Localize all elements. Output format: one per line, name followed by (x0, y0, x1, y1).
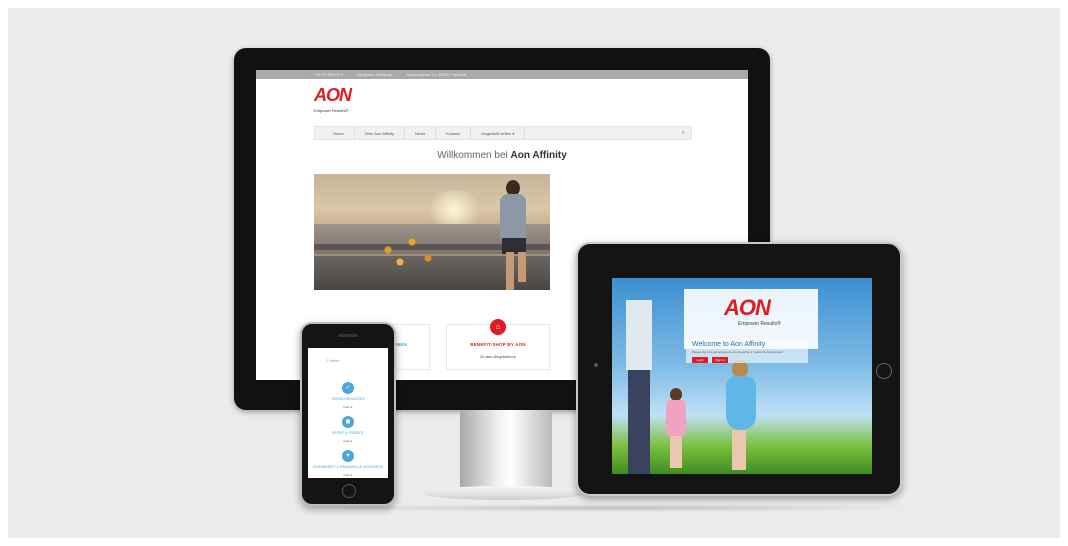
nav-about[interactable]: Über Aon Affinity (355, 127, 406, 139)
nav-pages-dropdown[interactable]: Vorgestellt seiten ▾ (471, 127, 526, 139)
contact-topbar: +49 40 605 03 0 info@aon-affinity.de Kai… (256, 70, 748, 79)
smartphone-device: ≡ Menu ✓ VERSICHERUNGEN mehr ▸ ◼ SPORT &… (300, 322, 396, 506)
runner-figure (492, 180, 538, 290)
phone-item-health[interactable]: ♥ GESUNDHEIT & FINANZIELLE VORSORGE mehr… (308, 450, 388, 477)
menu-toggle[interactable]: ≡ Menu (308, 358, 388, 363)
home-button-icon (342, 484, 356, 498)
hero-image (314, 174, 550, 290)
heart-icon: ♥ (342, 450, 354, 462)
address: Kaiserstrasse 14, 60311 Frankfurt (406, 72, 467, 77)
child-figure (664, 388, 688, 468)
mother-figure (722, 360, 758, 470)
mockup-background: +49 40 605 03 0 info@aon-affinity.de Kai… (8, 8, 1060, 538)
home-button-icon (876, 363, 892, 379)
phone-item-insurance[interactable]: ✓ VERSICHERUNGEN mehr ▸ (308, 382, 388, 409)
item-more-link[interactable]: mehr ▸ (308, 473, 388, 477)
card-title: BENEFIT-SHOP BY AON (470, 342, 526, 347)
father-figure (620, 278, 654, 474)
welcome-brand: Aon Affinity (510, 150, 567, 161)
nav-home[interactable]: Home (323, 127, 355, 139)
gift-icon: ⌂ (490, 319, 506, 335)
device-shadow (308, 504, 928, 512)
runner-leg (506, 252, 514, 290)
signin-button[interactable]: Sign In (712, 357, 728, 363)
bag-icon: ◼ (342, 416, 354, 428)
item-label: VERSICHERUNGEN (331, 397, 365, 401)
runner-torso (500, 194, 526, 240)
phone-speaker (338, 334, 358, 337)
phone-screen: ≡ Menu ✓ VERSICHERUNGEN mehr ▸ ◼ SPORT &… (308, 348, 388, 478)
feature-card-benefit-shop[interactable]: ⌂ BENEFIT-SHOP BY AON Zu den Angeboten ▸ (446, 319, 550, 370)
monitor-base (422, 486, 588, 500)
tablet-screen: AON Empower Results® Welcome to Aon Affi… (612, 278, 872, 474)
email-link[interactable]: info@aon-affinity.de (357, 72, 392, 77)
logo-tagline: Empower Results® (314, 108, 349, 113)
item-more-link[interactable]: mehr ▸ (308, 439, 388, 443)
login-button[interactable]: Login (692, 357, 708, 363)
main-navigation: Home Über Aon Affinity News Kontakt Vorg… (314, 126, 692, 140)
welcome-heading: Willkommen bei Aon Affinity (256, 150, 748, 161)
card-link[interactable]: Zu den Angeboten ▸ (447, 354, 549, 359)
item-label: GESUNDHEIT & FINANZIELLE VORSORGE (312, 465, 384, 469)
autumn-leaves (372, 230, 452, 270)
welcome-heading: Welcome to Aon Affinity (692, 341, 766, 348)
runner-leg (518, 252, 526, 282)
tablet-device: AON Empower Results® Welcome to Aon Affi… (576, 242, 902, 496)
logo-tagline: Empower Results® (738, 321, 781, 327)
aon-logo[interactable]: AON (314, 85, 352, 106)
phone-item-sport[interactable]: ◼ SPORT & FREIZEIT mehr ▸ (308, 416, 388, 443)
shield-icon: ✓ (342, 382, 354, 394)
item-more-link[interactable]: mehr ▸ (308, 405, 388, 409)
monitor-stand (460, 410, 552, 492)
tablet-camera (594, 363, 598, 367)
aon-logo: AON (724, 295, 771, 320)
item-label: SPORT & FREIZEIT (332, 431, 364, 435)
nav-contact[interactable]: Kontakt (436, 127, 471, 139)
welcome-prefix: Willkommen bei (437, 150, 511, 161)
search-icon[interactable]: ⌕ (682, 130, 685, 137)
welcome-subtext: Please log in to get access to your bene… (692, 350, 784, 354)
phone-number: +49 40 605 03 0 (314, 72, 344, 77)
nav-news[interactable]: News (405, 127, 437, 139)
